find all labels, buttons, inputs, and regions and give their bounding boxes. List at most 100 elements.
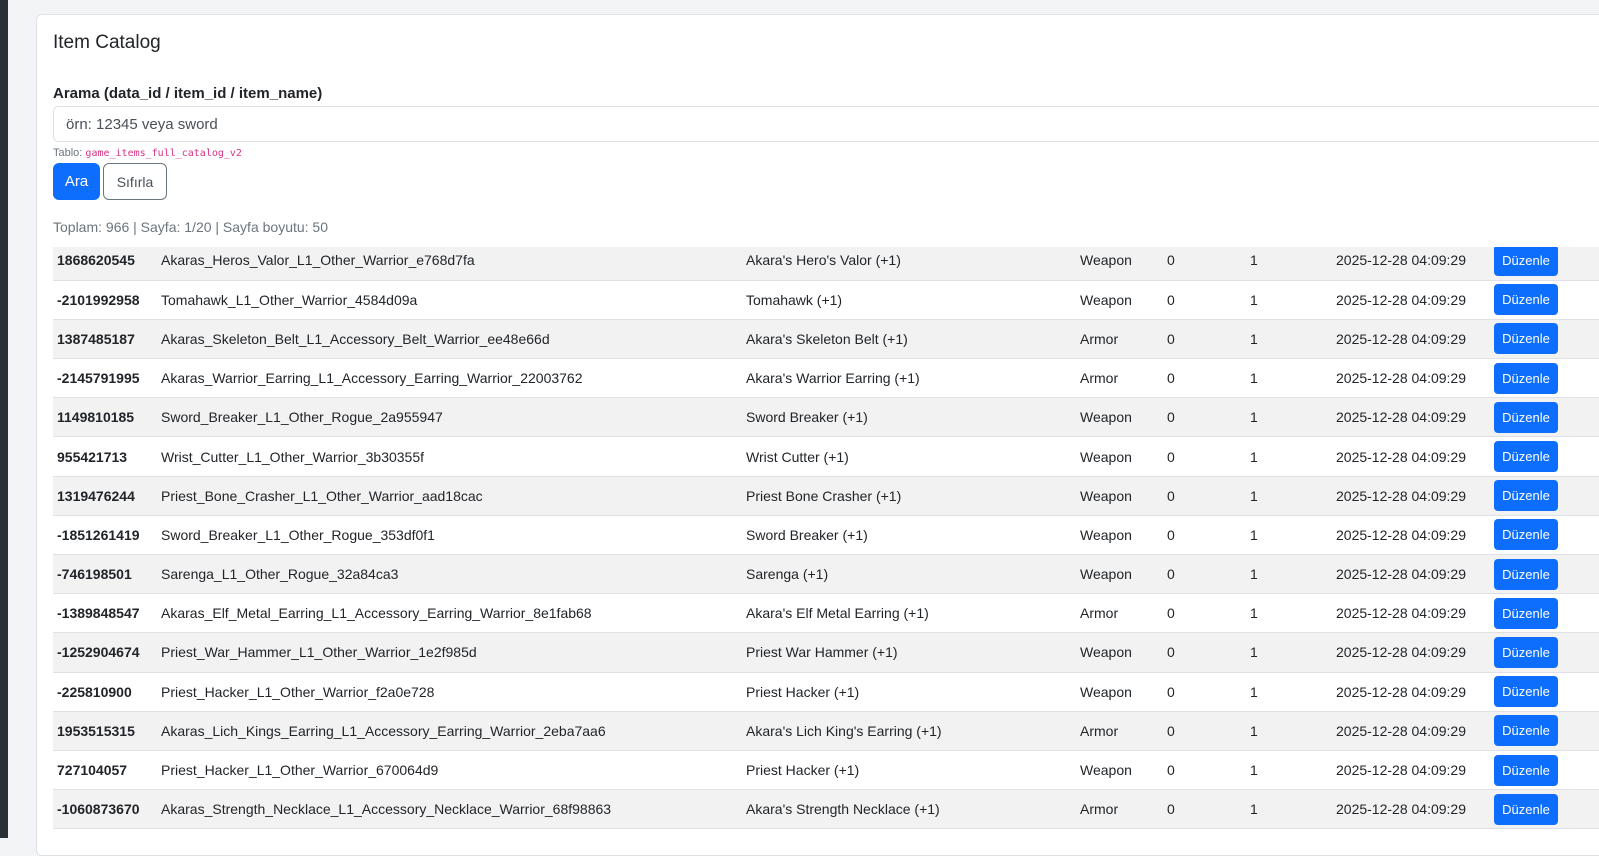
item-value-1: 0 [1163, 593, 1246, 634]
edit-button[interactable]: Düzenle [1494, 715, 1558, 747]
item-updated-at: 2025-12-28 04:09:29 [1332, 593, 1490, 634]
item-updated-at: 2025-12-28 04:09:29 [1332, 672, 1490, 712]
search-button[interactable]: Ara [53, 163, 100, 200]
item-value-1: 0 [1163, 672, 1246, 712]
item-value-2: 1 [1246, 436, 1332, 477]
item-updated-at: 2025-12-28 04:09:29 [1332, 397, 1490, 438]
search-input[interactable] [53, 106, 1599, 142]
row-actions: Düzenle [1490, 711, 1599, 751]
item-updated-at: 2025-12-28 04:09:29 [1332, 750, 1490, 791]
item-value-2: 1 [1246, 554, 1332, 595]
item-name: Akara's Elf Metal Earring (+1) [742, 593, 1076, 634]
edit-button[interactable]: Düzenle [1494, 401, 1558, 433]
table-row: -1060873670 Akaras_Strength_Necklace_L1_A… [53, 789, 1599, 830]
item-value-1: 0 [1163, 247, 1246, 281]
table-row: -1389848547 Akaras_Elf_Metal_Earring_L1_A… [53, 593, 1599, 634]
item-value-1: 0 [1163, 358, 1246, 399]
row-actions: Düzenle [1490, 280, 1599, 320]
row-actions: Düzenle [1490, 397, 1599, 438]
item-updated-at: 2025-12-28 04:09:29 [1332, 711, 1490, 751]
item-catalog-card: Item Catalog Arama (data_id / item_id / … [36, 14, 1599, 856]
item-value-1: 0 [1163, 789, 1246, 830]
item-key: Akaras_Lich_Kings_Earring_L1_Accessory_E… [157, 711, 742, 751]
item-value-2: 1 [1246, 319, 1332, 360]
item-value-2: 1 [1246, 358, 1332, 399]
item-key: Sword_Breaker_L1_Other_Rogue_2a955947 [157, 397, 742, 438]
item-value-2: 1 [1246, 280, 1332, 320]
item-updated-at: 2025-12-28 04:09:29 [1332, 358, 1490, 399]
item-value-1: 0 [1163, 436, 1246, 477]
item-data-id: 1953515315 [53, 711, 157, 751]
edit-button[interactable]: Düzenle [1494, 597, 1558, 629]
edit-button[interactable]: Düzenle [1494, 247, 1558, 276]
pagination-stats: Toplam: 966 | Sayfa: 1/20 | Sayfa boyutu… [53, 219, 329, 235]
search-label: Arama (data_id / item_id / item_name) [53, 85, 323, 102]
items-table-body: 1868620545 Akaras_Heros_Valor_L1_Other_Wa… [53, 247, 1599, 830]
item-updated-at: 2025-12-28 04:09:29 [1332, 515, 1490, 556]
item-updated-at: 2025-12-28 04:09:29 [1332, 247, 1490, 281]
reset-button[interactable]: Sıfırla [103, 163, 167, 200]
item-value-2: 1 [1246, 672, 1332, 712]
item-name: Sword Breaker (+1) [742, 397, 1076, 438]
item-type: Armor [1076, 593, 1163, 634]
item-name: Sword Breaker (+1) [742, 515, 1076, 556]
edit-button[interactable]: Düzenle [1494, 480, 1558, 512]
table-hint: Tablo: game_items_full_catalog_v2 [53, 147, 242, 159]
item-updated-at: 2025-12-28 04:09:29 [1332, 319, 1490, 360]
table-row: 727104057 Priest_Hacker_L1_Other_Warrior_… [53, 750, 1599, 791]
item-type: Armor [1076, 789, 1163, 830]
edit-button[interactable]: Düzenle [1494, 676, 1558, 708]
item-value-1: 0 [1163, 750, 1246, 791]
items-table-container[interactable]: 1868620545 Akaras_Heros_Valor_L1_Other_Wa… [53, 247, 1599, 855]
item-data-id: -1389848547 [53, 593, 157, 634]
table-row: 1387485187 Akaras_Skeleton_Belt_L1_Access… [53, 319, 1599, 360]
item-value-2: 1 [1246, 515, 1332, 556]
item-value-2: 1 [1246, 750, 1332, 791]
item-data-id: -746198501 [53, 554, 157, 595]
item-data-id: 1149810185 [53, 397, 157, 438]
item-value-2: 1 [1246, 789, 1332, 830]
table-row: -746198501 Sarenga_L1_Other_Rogue_32a84ca… [53, 554, 1599, 595]
item-updated-at: 2025-12-28 04:09:29 [1332, 476, 1490, 516]
item-key: Priest_Hacker_L1_Other_Warrior_f2a0e728 [157, 672, 742, 712]
item-data-id: 955421713 [53, 436, 157, 477]
row-actions: Düzenle [1490, 593, 1599, 634]
edit-button[interactable]: Düzenle [1494, 636, 1558, 668]
item-type: Weapon [1076, 397, 1163, 438]
table-row: -1851261419 Sword_Breaker_L1_Other_Rogue_… [53, 515, 1599, 556]
item-value-2: 1 [1246, 397, 1332, 438]
edit-button[interactable]: Düzenle [1494, 793, 1558, 825]
table-row: 955421713 Wrist_Cutter_L1_Other_Warrior_3… [53, 436, 1599, 477]
item-name: Priest Hacker (+1) [742, 672, 1076, 712]
item-data-id: 727104057 [53, 750, 157, 791]
edit-button[interactable]: Düzenle [1494, 362, 1558, 394]
page-title: Item Catalog [53, 32, 161, 53]
edit-button[interactable]: Düzenle [1494, 284, 1558, 316]
row-actions: Düzenle [1490, 554, 1599, 595]
left-sidebar-edge [0, 0, 8, 838]
item-data-id: 1387485187 [53, 319, 157, 360]
item-value-2: 1 [1246, 247, 1332, 281]
item-key: Priest_War_Hammer_L1_Other_Warrior_1e2f9… [157, 632, 742, 673]
item-type: Weapon [1076, 515, 1163, 556]
item-type: Weapon [1076, 672, 1163, 712]
edit-button[interactable]: Düzenle [1494, 323, 1558, 355]
table-row: 1319476244 Priest_Bone_Crasher_L1_Other_W… [53, 476, 1599, 516]
edit-button[interactable]: Düzenle [1494, 558, 1558, 590]
item-key: Akaras_Heros_Valor_L1_Other_Warrior_e768… [157, 247, 742, 281]
item-key: Wrist_Cutter_L1_Other_Warrior_3b30355f [157, 436, 742, 477]
item-name: Akara's Warrior Earring (+1) [742, 358, 1076, 399]
item-updated-at: 2025-12-28 04:09:29 [1332, 789, 1490, 830]
item-key: Akaras_Skeleton_Belt_L1_Accessory_Belt_W… [157, 319, 742, 360]
item-type: Armor [1076, 358, 1163, 399]
item-value-1: 0 [1163, 515, 1246, 556]
edit-button[interactable]: Düzenle [1494, 519, 1558, 551]
item-key: Tomahawk_L1_Other_Warrior_4584d09a [157, 280, 742, 320]
item-data-id: 1868620545 [53, 247, 157, 281]
item-name: Akara's Lich King's Earring (+1) [742, 711, 1076, 751]
item-type: Weapon [1076, 632, 1163, 673]
item-value-2: 1 [1246, 632, 1332, 673]
row-actions: Düzenle [1490, 476, 1599, 516]
edit-button[interactable]: Düzenle [1494, 754, 1558, 786]
edit-button[interactable]: Düzenle [1494, 441, 1558, 473]
